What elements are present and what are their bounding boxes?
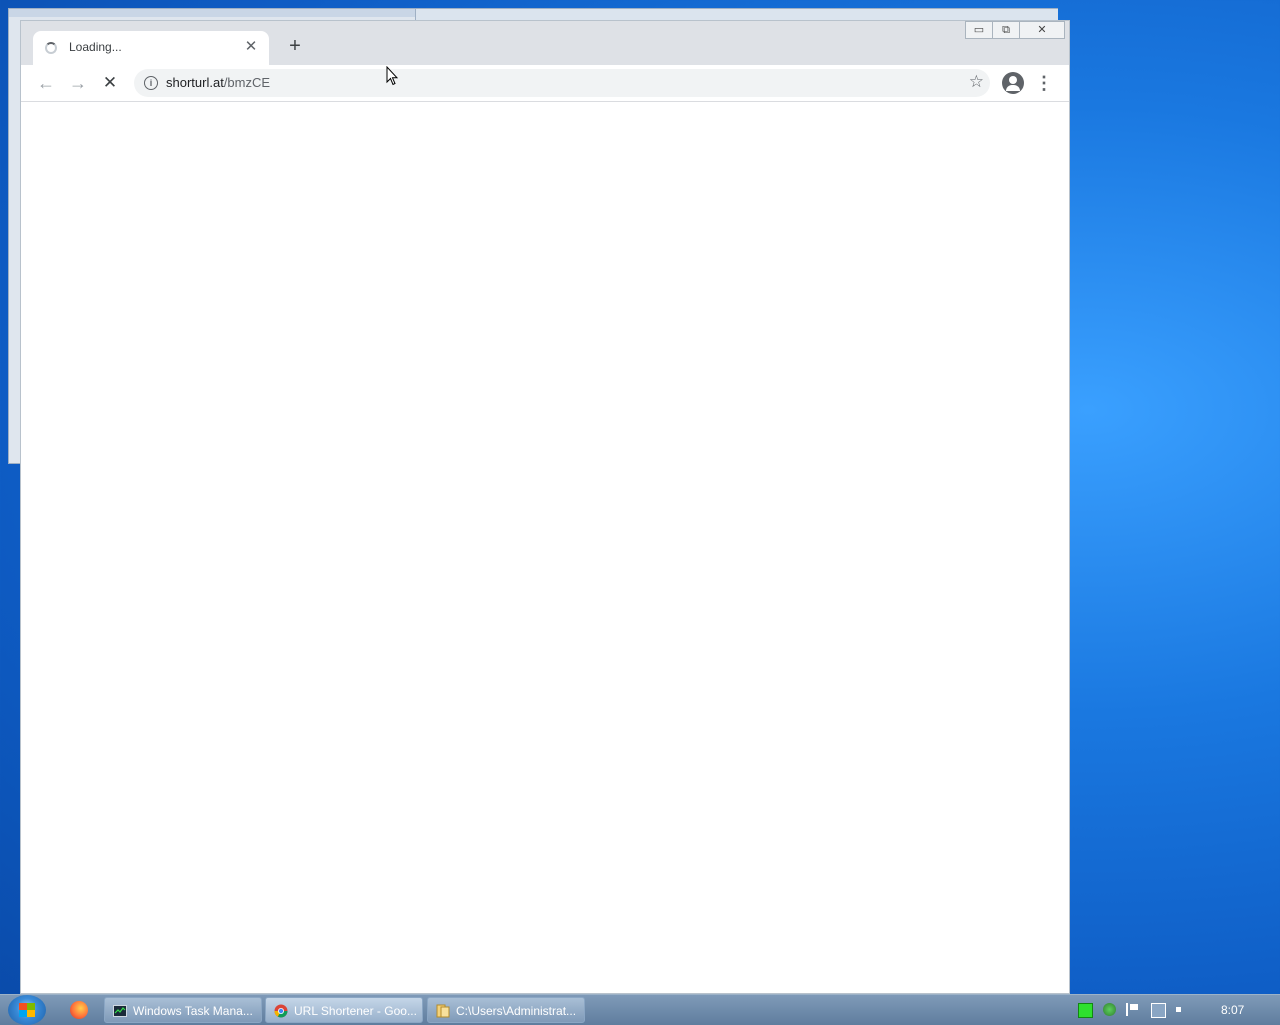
loading-spinner-icon <box>45 42 57 54</box>
close-window-button[interactable]: ✕ <box>1019 21 1065 39</box>
url-path: /bmzCE <box>223 75 271 90</box>
stop-loading-button[interactable]: ✕ <box>97 70 123 96</box>
network-icon[interactable] <box>1151 1003 1166 1018</box>
tab-loading[interactable]: Loading... ✕ <box>33 31 269 65</box>
browser-window: Loading... ✕ + ▭ ⧉ ✕ ← → ✕ i shorturl.at… <box>20 20 1070 994</box>
forward-button[interactable]: → <box>65 70 91 96</box>
volume-muted-icon[interactable] <box>1176 1003 1189 1016</box>
start-button[interactable] <box>8 995 46 1025</box>
menu-icon[interactable]: ⋮ <box>1034 71 1054 95</box>
taskbar-item-chrome[interactable]: URL Shortener - Goo... <box>265 997 423 1023</box>
security-shield-icon[interactable] <box>1103 1003 1116 1016</box>
taskbar-item-label: C:\Users\Administrat... <box>456 1004 577 1018</box>
tab-close-icon[interactable]: ✕ <box>241 37 261 57</box>
taskbar: Windows Task Mana... URL Shortener - Goo… <box>0 994 1280 1025</box>
browser-toolbar: ← → ✕ i shorturl.at/bmzCE ☆ ⋮ <box>21 65 1069 102</box>
minimize-button[interactable]: ▭ <box>965 21 993 39</box>
mouse-cursor-icon <box>386 66 398 86</box>
tab-strip: Loading... ✕ + ▭ ⧉ ✕ <box>21 21 1069 65</box>
clock[interactable]: 8:07 <box>1221 1003 1244 1017</box>
url-host: shorturl.at <box>166 75 224 90</box>
tab-title: Loading... <box>69 40 122 54</box>
chrome-icon <box>274 1004 288 1018</box>
taskbar-item-task-manager[interactable]: Windows Task Mana... <box>104 997 262 1023</box>
url-text[interactable]: shorturl.at/bmzCE <box>166 75 270 90</box>
system-tray <box>1078 1003 1189 1018</box>
taskbar-item-explorer[interactable]: C:\Users\Administrat... <box>427 997 585 1023</box>
taskbar-item-label: URL Shortener - Goo... <box>294 1004 417 1018</box>
bookmark-star-icon[interactable]: ☆ <box>969 72 984 92</box>
account-icon[interactable] <box>1002 72 1024 94</box>
back-button[interactable]: ← <box>33 70 59 96</box>
info-icon[interactable]: i <box>144 76 158 90</box>
firefox-icon[interactable] <box>70 1001 88 1019</box>
task-manager-icon <box>113 1005 127 1017</box>
maximize-button[interactable]: ⧉ <box>992 21 1020 39</box>
taskbar-item-label: Windows Task Mana... <box>133 1004 253 1018</box>
folder-icon <box>436 1004 450 1018</box>
new-tab-button[interactable]: + <box>283 34 307 58</box>
background-window-titlebar[interactable] <box>9 9 415 17</box>
status-indicator-icon[interactable] <box>1078 1003 1093 1018</box>
action-center-flag-icon[interactable] <box>1126 1003 1141 1016</box>
window-controls: ▭ ⧉ ✕ <box>965 21 1065 39</box>
page-content <box>21 102 1069 993</box>
address-bar[interactable]: i shorturl.at/bmzCE ☆ <box>134 69 990 97</box>
